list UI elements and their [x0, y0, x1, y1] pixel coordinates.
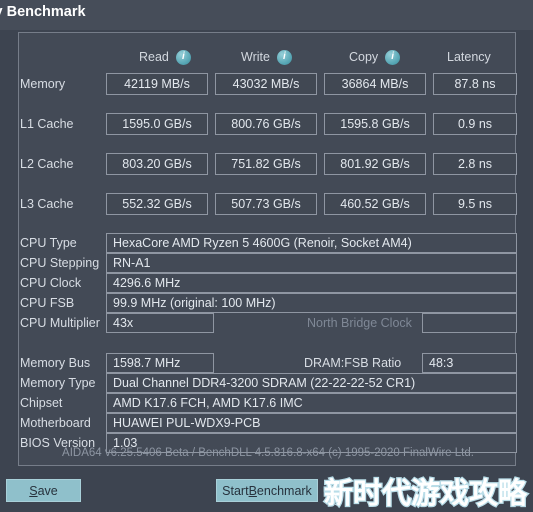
column-header-copy-label: Copy — [349, 50, 379, 64]
memory-read-value: 42119 MB/s — [106, 73, 208, 95]
value-cpu-stepping: RN-A1 — [106, 253, 517, 273]
value-memory-bus: 1598.7 MHz — [106, 353, 214, 373]
start-button-suffix: enchmark — [256, 483, 312, 498]
l3-read-value: 552.32 GB/s — [106, 193, 208, 215]
label-chipset: Chipset — [20, 396, 63, 410]
window-title-bar: ory Benchmark — [0, 0, 533, 30]
info-row-cpu-fsb: CPU FSB 99.9 MHz (original: 100 MHz) — [19, 293, 517, 313]
label-memory-type: Memory Type — [20, 376, 96, 390]
save-button[interactable]: Save — [6, 479, 81, 502]
label-north-bridge-clock: North Bridge Clock — [307, 316, 412, 330]
l3-latency-value: 9.5 ns — [433, 193, 517, 215]
value-north-bridge-clock — [422, 313, 517, 333]
info-row-memory-bus: Memory Bus 1598.7 MHz DRAM:FSB Ratio 48:… — [19, 353, 517, 373]
save-button-suffix: ave — [37, 483, 58, 498]
memory-latency-value: 87.8 ns — [433, 73, 517, 95]
value-motherboard: HUAWEI PUL-WDX9-PCB — [106, 413, 517, 433]
info-row-chipset: Chipset AMD K17.6 FCH, AMD K17.6 IMC — [19, 393, 517, 413]
l1-copy-value: 1595.8 GB/s — [324, 113, 426, 135]
label-cpu-fsb: CPU FSB — [20, 296, 75, 310]
credit-text: AIDA64 v6.25.5406 Beta / BenchDLL 4.5.81… — [62, 447, 474, 459]
label-cpu-stepping: CPU Stepping — [20, 256, 100, 270]
info-icon-write[interactable]: i — [276, 49, 292, 65]
info-row-motherboard: Motherboard HUAWEI PUL-WDX9-PCB — [19, 413, 517, 433]
value-cpu-clock: 4296.6 MHz — [106, 273, 517, 293]
column-header-read-label: Read — [139, 50, 169, 64]
l3-write-value: 507.73 GB/s — [215, 193, 317, 215]
table-row-memory: Memory 42119 MB/s 43032 MB/s 36864 MB/s … — [19, 73, 517, 95]
table-row-l2-cache: L2 Cache 803.20 GB/s 751.82 GB/s 801.92 … — [19, 153, 517, 175]
column-header-write: Write i — [241, 47, 292, 67]
label-memory-bus: Memory Bus — [20, 356, 91, 370]
l1-latency-value: 0.9 ns — [433, 113, 517, 135]
label-cpu-multiplier: CPU Multiplier — [20, 316, 100, 330]
save-button-accelerator: S — [29, 483, 38, 498]
label-dram-fsb-ratio: DRAM:FSB Ratio — [304, 356, 402, 370]
start-button-accelerator: B — [248, 483, 257, 498]
label-cpu-type: CPU Type — [20, 236, 77, 250]
value-cpu-fsb: 99.9 MHz (original: 100 MHz) — [106, 293, 517, 313]
table-row-l3-cache: L3 Cache 552.32 GB/s 507.73 GB/s 460.52 … — [19, 193, 517, 215]
l2-write-value: 751.82 GB/s — [215, 153, 317, 175]
column-header-write-label: Write — [241, 50, 270, 64]
l1-read-value: 1595.0 GB/s — [106, 113, 208, 135]
row-label-l2-cache: L2 Cache — [20, 157, 74, 171]
column-header-latency: Latency — [447, 47, 491, 67]
table-row-l1-cache: L1 Cache 1595.0 GB/s 800.76 GB/s 1595.8 … — [19, 113, 517, 135]
row-label-memory: Memory — [20, 77, 66, 91]
column-header-latency-label: Latency — [447, 50, 491, 64]
value-chipset: AMD K17.6 FCH, AMD K17.6 IMC — [106, 393, 517, 413]
label-motherboard: Motherboard — [20, 416, 91, 430]
info-row-cpu-stepping: CPU Stepping RN-A1 — [19, 253, 517, 273]
info-row-memory-type: Memory Type Dual Channel DDR4-3200 SDRAM… — [19, 373, 517, 393]
info-row-cpu-multiplier: CPU Multiplier 43x North Bridge Clock — [19, 313, 517, 333]
column-header-copy: Copy i — [349, 47, 401, 67]
l2-latency-value: 2.8 ns — [433, 153, 517, 175]
benchmark-panel: Read i Write i Copy i Latency Memory 421… — [18, 32, 517, 466]
l1-write-value: 800.76 GB/s — [215, 113, 317, 135]
l2-copy-value: 801.92 GB/s — [324, 153, 426, 175]
value-memory-type: Dual Channel DDR4-3200 SDRAM (22-22-22-5… — [106, 373, 517, 393]
value-dram-fsb-ratio: 48:3 — [422, 353, 517, 373]
info-row-cpu-type: CPU Type HexaCore AMD Ryzen 5 4600G (Ren… — [19, 233, 517, 253]
button-bar: Save Start Benchmark — [0, 470, 533, 512]
value-cpu-multiplier: 43x — [106, 313, 214, 333]
memory-write-value: 43032 MB/s — [215, 73, 317, 95]
column-header-read: Read i — [139, 47, 191, 67]
start-benchmark-button[interactable]: Start Benchmark — [216, 479, 318, 502]
column-header-row: Read i Write i Copy i Latency — [19, 47, 517, 67]
info-icon-copy[interactable]: i — [385, 49, 401, 65]
row-label-l1-cache: L1 Cache — [20, 117, 74, 131]
l2-read-value: 803.20 GB/s — [106, 153, 208, 175]
l3-copy-value: 460.52 GB/s — [324, 193, 426, 215]
info-row-cpu-clock: CPU Clock 4296.6 MHz — [19, 273, 517, 293]
memory-copy-value: 36864 MB/s — [324, 73, 426, 95]
window-title: ory Benchmark — [0, 4, 86, 20]
row-label-l3-cache: L3 Cache — [20, 197, 74, 211]
label-cpu-clock: CPU Clock — [20, 276, 82, 290]
info-icon-read[interactable]: i — [175, 49, 191, 65]
start-button-prefix: Start — [222, 483, 249, 498]
value-cpu-type: HexaCore AMD Ryzen 5 4600G (Renoir, Sock… — [106, 233, 517, 253]
